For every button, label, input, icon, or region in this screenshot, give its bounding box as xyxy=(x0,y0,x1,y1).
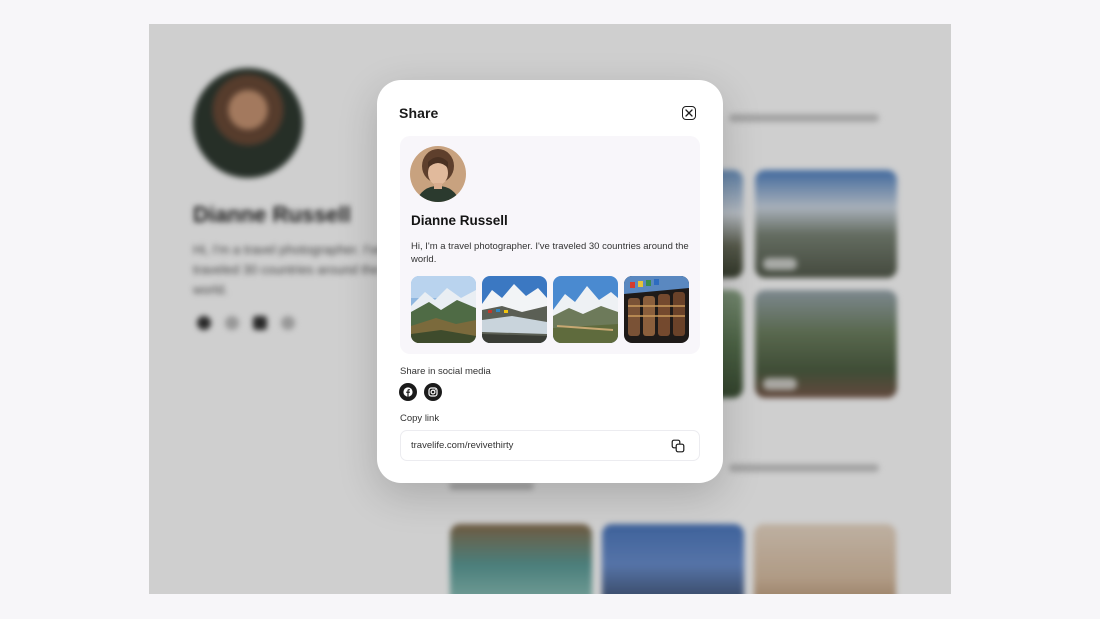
prayer-wheels-photo[interactable] xyxy=(624,276,689,343)
copy-link-button[interactable] xyxy=(671,439,685,453)
modal-title: Share xyxy=(399,105,439,121)
mountain-valley-photo[interactable] xyxy=(411,276,476,343)
copy-link-label: Copy link xyxy=(400,413,440,424)
snowy-peaks-river-photo[interactable] xyxy=(482,276,547,343)
photo-gallery xyxy=(411,276,689,343)
share-social-label: Share in social media xyxy=(400,366,491,377)
instagram-icon xyxy=(428,387,438,397)
glacier-range-photo[interactable] xyxy=(553,276,618,343)
social-share-buttons xyxy=(399,383,442,401)
profile-bio: Hi, I'm a travel photographer. I've trav… xyxy=(411,241,689,265)
close-button[interactable] xyxy=(682,106,696,120)
share-link-text[interactable]: travelife.com/revivethirty xyxy=(411,440,513,451)
facebook-icon xyxy=(403,387,413,397)
share-link-field[interactable]: travelife.com/revivethirty xyxy=(400,430,700,461)
share-modal: Share Dianne Russell Hi, I'm a travel ph… xyxy=(377,80,723,483)
close-icon xyxy=(685,109,693,117)
profile-name: Dianne Russell xyxy=(411,213,508,228)
profile-preview-card: Dianne Russell Hi, I'm a travel photogra… xyxy=(400,136,700,354)
copy-icon xyxy=(671,439,685,453)
instagram-share-button[interactable] xyxy=(424,383,442,401)
avatar xyxy=(410,146,466,202)
facebook-share-button[interactable] xyxy=(399,383,417,401)
